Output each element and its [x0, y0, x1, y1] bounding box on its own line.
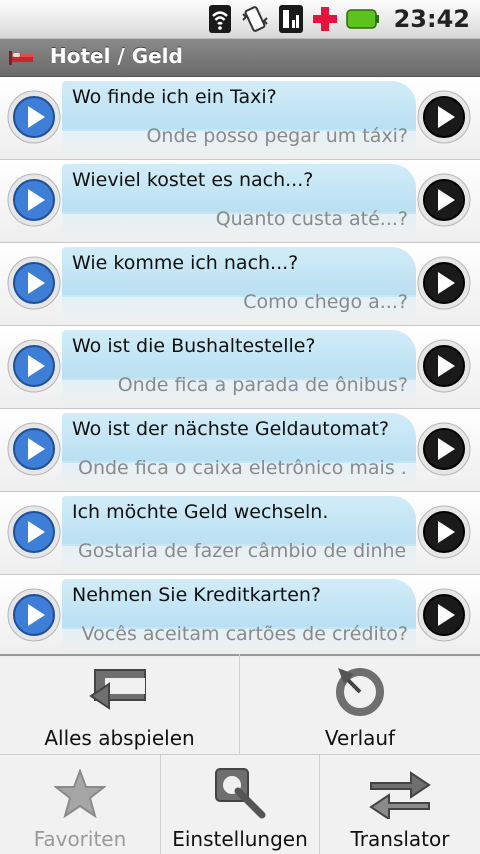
status-bar: 23:42	[0, 0, 480, 39]
portuguese-phrase: Onde fica o caixa eletrônico mais ...	[78, 457, 408, 479]
german-phrase: Wo ist der nächste Geldautomat?	[72, 418, 390, 440]
clock: 23:42	[393, 5, 470, 33]
vibrate-icon	[241, 6, 268, 32]
phrase-row[interactable]: Wo finde ich ein Taxi? Onde posso pegar …	[0, 77, 480, 160]
german-phrase: Wo ist die Bushaltestelle?	[72, 335, 316, 357]
health-cross-icon	[312, 7, 337, 31]
signal-icon	[278, 5, 303, 33]
page-title: Hotel / Geld	[50, 44, 183, 68]
phrase-list: Wo finde ich ein Taxi? Onde posso pegar …	[0, 77, 480, 658]
portuguese-phrase: Vocês aceitam cartões de crédito?	[81, 623, 408, 645]
star-icon	[54, 769, 106, 819]
menu-play-all[interactable]: Alles abspielen	[0, 654, 239, 754]
german-phrase: Ich möchte Geld wechseln.	[72, 501, 329, 523]
history-icon	[336, 668, 384, 716]
play-portuguese-icon[interactable]	[416, 338, 472, 394]
german-phrase: Wieviel kostet es nach...?	[72, 169, 314, 191]
phrase-row[interactable]: Wo ist die Bushaltestelle? Onde fica a p…	[0, 326, 480, 409]
play-german-icon[interactable]	[6, 89, 62, 145]
menu-settings-label: Einstellungen	[172, 827, 308, 851]
menu-favorites-label: Favoriten	[33, 827, 127, 851]
phrase-row[interactable]: Wieviel kostet es nach...? Quanto custa …	[0, 160, 480, 243]
play-german-icon[interactable]	[6, 421, 62, 477]
play-german-icon[interactable]	[6, 587, 62, 643]
portuguese-phrase: Como chego a...?	[243, 291, 408, 313]
bed-icon	[9, 51, 33, 65]
menu-history-label: Verlauf	[324, 726, 396, 750]
menu-play-all-label: Alles abspielen	[44, 726, 195, 750]
play-portuguese-icon[interactable]	[416, 587, 472, 643]
portuguese-phrase: Onde posso pegar um táxi?	[146, 125, 408, 147]
phrase-row[interactable]: Nehmen Sie Kreditkarten? Vocês aceitam c…	[0, 575, 480, 658]
play-portuguese-icon[interactable]	[416, 172, 472, 228]
title-bar: Hotel / Geld	[0, 39, 480, 77]
menu-translator[interactable]: Translator	[320, 755, 480, 854]
play-portuguese-icon[interactable]	[416, 255, 472, 311]
menu-settings[interactable]: Einstellungen	[161, 755, 319, 854]
portuguese-phrase: Gostaria de fazer câmbio de dinhe...	[78, 540, 408, 562]
menu-history[interactable]: Verlauf	[240, 654, 480, 754]
play-portuguese-icon[interactable]	[416, 89, 472, 145]
play-german-icon[interactable]	[6, 504, 62, 560]
settings-wrench-icon	[215, 768, 266, 819]
german-phrase: Nehmen Sie Kreditkarten?	[72, 584, 322, 606]
menu-translator-label: Translator	[350, 827, 450, 851]
play-all-icon	[89, 669, 146, 710]
german-phrase: Wie komme ich nach...?	[72, 252, 299, 274]
menu-favorites[interactable]: Favoriten	[0, 755, 160, 854]
options-menu: Alles abspielen Verlauf Favoriten Einste…	[0, 654, 480, 854]
play-german-icon[interactable]	[6, 338, 62, 394]
phrase-row[interactable]: Wo ist der nächste Geldautomat? Onde fic…	[0, 409, 480, 492]
portuguese-phrase: Quanto custa até...?	[215, 208, 408, 230]
phrase-row[interactable]: Wie komme ich nach...? Como chego a...?	[0, 243, 480, 326]
wifi-icon	[208, 5, 231, 33]
translator-arrows-icon	[369, 771, 431, 819]
battery-icon	[345, 9, 379, 29]
portuguese-phrase: Onde fica a parada de ônibus?	[117, 374, 408, 396]
play-german-icon[interactable]	[6, 255, 62, 311]
play-portuguese-icon[interactable]	[416, 504, 472, 560]
play-portuguese-icon[interactable]	[416, 421, 472, 477]
phrase-row[interactable]: Ich möchte Geld wechseln. Gostaria de fa…	[0, 492, 480, 575]
play-german-icon[interactable]	[6, 172, 62, 228]
german-phrase: Wo finde ich ein Taxi?	[72, 86, 277, 108]
